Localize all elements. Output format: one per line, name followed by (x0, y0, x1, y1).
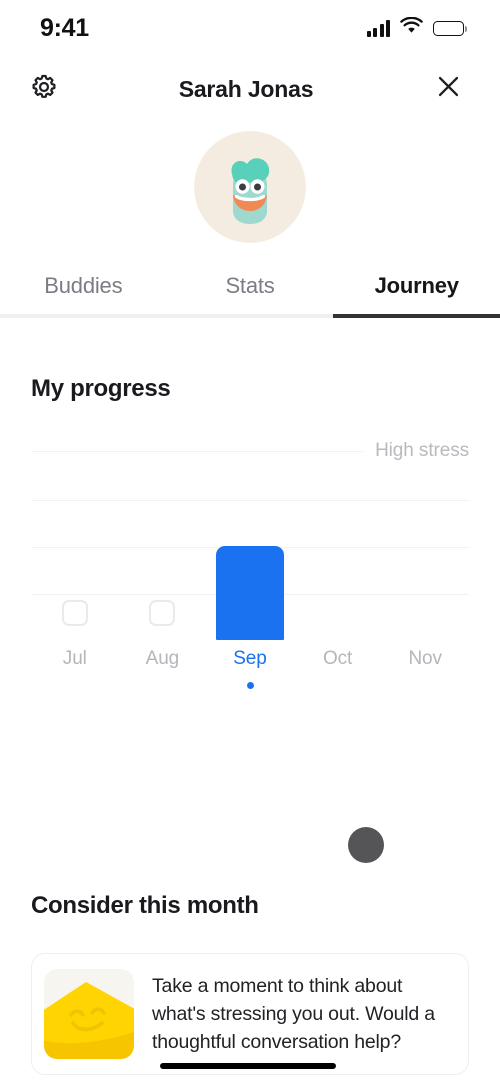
status-bar-time: 9:41 (40, 13, 89, 42)
scroll-thumb[interactable] (348, 827, 384, 863)
wifi-icon (400, 16, 423, 39)
close-icon (435, 73, 462, 105)
chart-label-oct[interactable]: Oct (294, 648, 382, 670)
status-bar-icons (366, 16, 468, 39)
chart-bar-placeholder (61, 600, 88, 626)
progress-section-title: My progress (31, 375, 171, 402)
cellular-signal-icon (366, 19, 390, 37)
tab-journey[interactable]: Journey (333, 258, 500, 314)
tab-stats[interactable]: Stats (167, 258, 334, 314)
gear-icon (30, 73, 58, 106)
consider-section-title: Consider this month (31, 892, 259, 919)
status-bar: 9:41 (0, 0, 500, 56)
app-screen: 9:41 Sarah Jonas Buddies Stats Journey M… (0, 0, 500, 1080)
chart-bar-nov[interactable] (381, 440, 469, 640)
chart-label-aug[interactable]: Aug (119, 648, 207, 670)
chart-bar-sep[interactable] (206, 440, 294, 640)
chart-label-nov[interactable]: Nov (381, 648, 469, 670)
avatar-character-icon (194, 131, 306, 243)
tab-underline (0, 314, 500, 318)
tab-active-indicator (333, 314, 500, 318)
avatar[interactable] (194, 131, 306, 243)
smiling-envelope-thumbnail-icon (44, 969, 134, 1059)
chart-month-labels: Jul Aug Sep Oct Nov (31, 648, 469, 676)
chart-bar-jul[interactable] (31, 440, 119, 640)
header-bar: Sarah Jonas (0, 56, 500, 122)
chart-bar-aug[interactable] (119, 440, 207, 640)
settings-button[interactable] (22, 67, 66, 111)
chart-bar-placeholder (149, 600, 176, 626)
chart-label-jul[interactable]: Jul (31, 648, 119, 670)
battery-full-icon (433, 20, 468, 36)
progress-chart[interactable]: High stress Jul Aug Sep Oct Nov (31, 440, 469, 690)
chart-bar-oct[interactable] (294, 440, 382, 640)
chart-label-sep[interactable]: Sep (206, 648, 294, 670)
tab-buddies[interactable]: Buddies (0, 258, 167, 314)
close-button[interactable] (426, 67, 470, 111)
page-title: Sarah Jonas (178, 75, 314, 102)
suggestion-card-text: Take a moment to think about what's stre… (152, 975, 435, 1053)
chart-selected-month-dot (247, 682, 254, 689)
home-indicator (160, 1063, 336, 1069)
tab-bar: Buddies Stats Journey (0, 258, 500, 318)
suggestion-card[interactable]: Take a moment to think about what's stre… (31, 953, 469, 1075)
chart-bars (31, 440, 469, 640)
chart-bar-value (215, 546, 284, 640)
